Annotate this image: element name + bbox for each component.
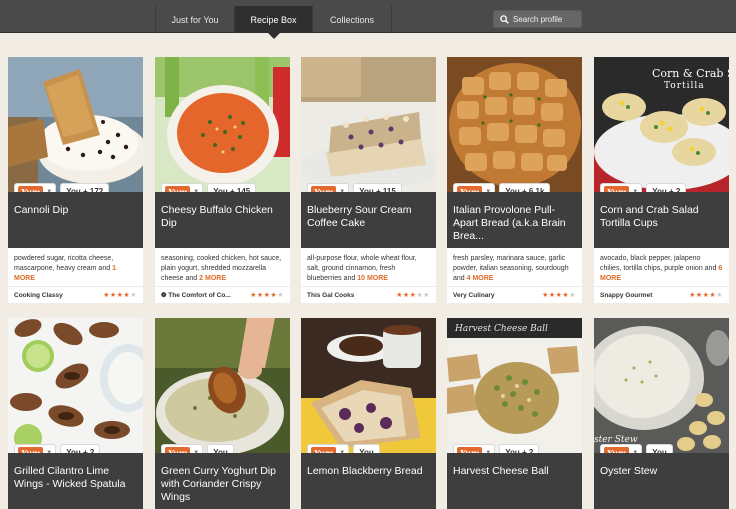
recipe-photo[interactable]: ster Stew — [594, 318, 729, 453]
recipe-photo[interactable] — [447, 57, 582, 192]
recipe-photo[interactable] — [301, 318, 436, 453]
rating-stars: ★★★★★ — [103, 292, 137, 299]
recipe-title[interactable]: Italian Provolone Pull-Apart Bread (a.k.… — [447, 192, 582, 248]
tab-just-for-you[interactable]: Just for You — [155, 6, 234, 33]
recipe-title[interactable]: Lemon Blackberry Bread — [301, 453, 436, 509]
photo-overlay-text: Harvest Cheese Ball — [454, 324, 548, 334]
source-label: The Comfort of Co... — [168, 292, 231, 299]
recipe-title[interactable]: Grilled Cilantro Lime Wings - Wicked Spa… — [8, 453, 143, 509]
source-name[interactable]: Very Culinary — [453, 292, 495, 299]
ingredients: seasoning, cooked chicken, hot sauce, pl… — [155, 248, 290, 286]
recipe-card[interactable]: Yum▼ You + 145 Cheesy Buffalo Chicken Di… — [155, 57, 290, 303]
svg-text:Tortilla: Tortilla — [664, 81, 705, 91]
recipe-card[interactable]: ster Stew Yum▼ You Oyster Stew — [594, 318, 729, 509]
rating-stars: ★★★★★ — [542, 292, 576, 299]
ingredients: avocado, black pepper, jalapeno chilies,… — [594, 248, 729, 286]
search-input[interactable] — [513, 14, 581, 24]
recipe-photo[interactable] — [8, 318, 143, 453]
recipe-card[interactable]: Yum▼ You Lemon Blackberry Bread — [301, 318, 436, 509]
recipe-card[interactable]: Yum▼ You + 115 Blueberry Sour Cream Coff… — [301, 57, 436, 303]
recipe-card[interactable]: Harvest Cheese Ball Yum▼ You + 2 Harvest… — [447, 318, 582, 509]
tab-recipe-box[interactable]: Recipe Box — [234, 6, 312, 39]
more-link[interactable]: 4 MORE — [467, 275, 494, 282]
photo-overlay-text: Corn & Crab S Tortilla — [652, 67, 729, 80]
recipe-photo[interactable]: Harvest Cheese Ball — [447, 318, 582, 453]
ingredients: fresh parsley, marinara sauce, garlic po… — [447, 248, 582, 286]
recipe-title[interactable]: Green Curry Yoghurt Dip with Coriander C… — [155, 453, 290, 509]
more-link[interactable]: 2 MORE — [199, 275, 226, 282]
search-icon — [500, 14, 509, 24]
top-nav: Just for You Recipe Box Collections — [0, 0, 736, 39]
recipe-photo[interactable]: Corn & Crab S Tortilla Tortilla — [594, 57, 729, 192]
recipe-card[interactable]: Yum▼ You Green Curry Yoghurt Dip with Co… — [155, 318, 290, 509]
recipe-card[interactable]: Yum▼ You + 2 Grilled Cilantro Lime Wings… — [8, 318, 143, 509]
recipe-photo[interactable] — [301, 57, 436, 192]
recipe-card[interactable]: Yum▼ You + 172 Cannoli Dip powdered suga… — [8, 57, 143, 303]
recipe-photo[interactable] — [155, 318, 290, 453]
recipe-title[interactable]: Corn and Crab Salad Tortilla Cups — [594, 192, 729, 248]
search-box[interactable] — [493, 10, 582, 28]
recipe-title[interactable]: Oyster Stew — [594, 453, 729, 509]
source-name[interactable]: ❁ The Comfort of Co... — [161, 291, 231, 299]
ingredients-text: powdered sugar, ricotta cheese, mascarpo… — [14, 255, 114, 272]
recipe-title[interactable]: Blueberry Sour Cream Coffee Cake — [301, 192, 436, 248]
ingredients-text: avocado, black pepper, jalapeno chilies,… — [600, 255, 717, 272]
ingredients: powdered sugar, ricotta cheese, mascarpo… — [8, 248, 143, 286]
rating-stars: ★★★★★ — [396, 292, 430, 299]
recipe-title[interactable]: Harvest Cheese Ball — [447, 453, 582, 509]
source-name[interactable]: Cooking Classy — [14, 292, 63, 299]
rating-stars: ★★★★★ — [689, 292, 723, 299]
recipe-card[interactable]: Yum▼ You + 6.1k Italian Provolone Pull-A… — [447, 57, 582, 303]
rating-stars: ★★★★★ — [250, 292, 284, 299]
more-link[interactable]: 10 MORE — [357, 275, 388, 282]
source-name[interactable]: Snappy Gourmet — [600, 292, 652, 299]
source-name[interactable]: This Gal Cooks — [307, 292, 354, 299]
recipe-photo[interactable] — [8, 57, 143, 192]
tab-collections[interactable]: Collections — [312, 6, 392, 33]
recipe-card[interactable]: Corn & Crab S Tortilla Tortilla Yum▼ You… — [594, 57, 729, 303]
recipe-title[interactable]: Cheesy Buffalo Chicken Dip — [155, 192, 290, 248]
ingredients: all-purpose flour, whole wheat flour, sa… — [301, 248, 436, 286]
recipe-title[interactable]: Cannoli Dip — [8, 192, 143, 248]
recipe-photo[interactable] — [155, 57, 290, 192]
